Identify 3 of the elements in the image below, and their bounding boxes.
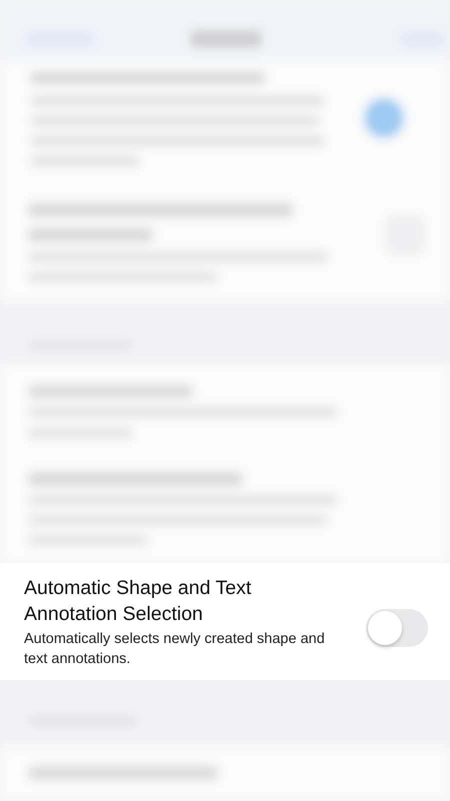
toggle-switch[interactable]: [366, 608, 428, 646]
setting-title: Automatic Shape and Text Annotation Selection: [24, 576, 252, 626]
setting-description: Automatically selects newly created shape and text annotations.: [24, 630, 326, 668]
